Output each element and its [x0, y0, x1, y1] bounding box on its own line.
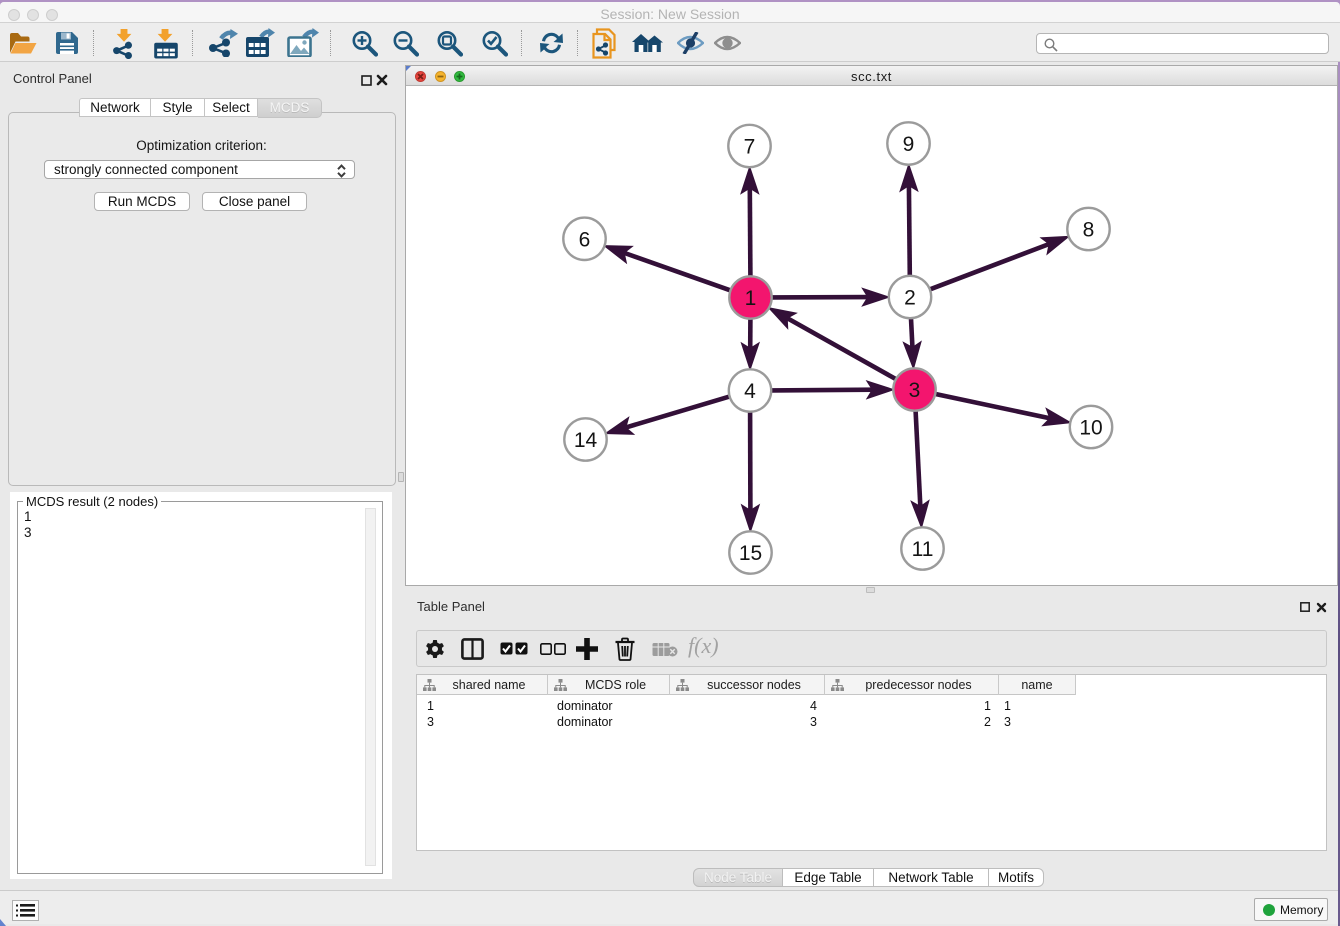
svg-text:2: 2	[904, 287, 916, 310]
svg-text:9: 9	[903, 133, 915, 156]
svg-text:8: 8	[1083, 219, 1095, 242]
svg-text:15: 15	[739, 542, 762, 565]
svg-text:14: 14	[574, 429, 598, 452]
svg-text:4: 4	[744, 380, 756, 403]
svg-text:11: 11	[912, 538, 934, 561]
svg-text:1: 1	[745, 287, 757, 310]
svg-text:6: 6	[579, 228, 591, 251]
svg-text:3: 3	[909, 379, 921, 402]
svg-text:7: 7	[744, 136, 756, 159]
svg-text:10: 10	[1079, 417, 1102, 440]
